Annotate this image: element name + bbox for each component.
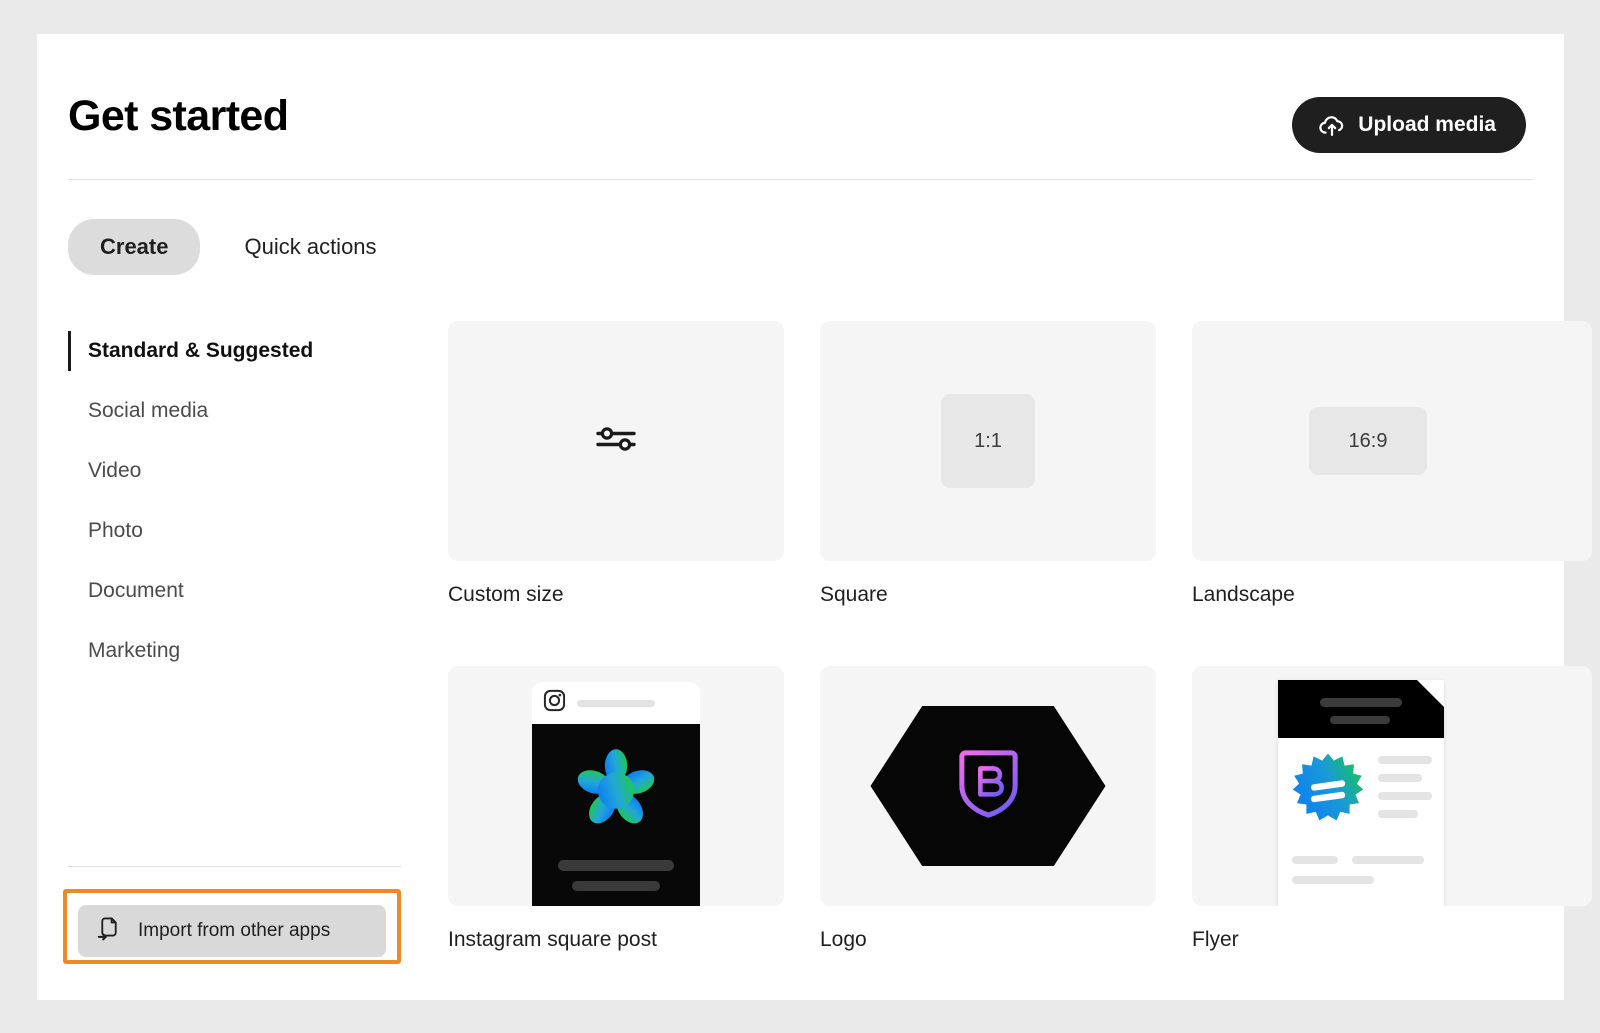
page-title: Get started bbox=[68, 92, 289, 140]
card-logo[interactable]: Logo bbox=[820, 666, 1156, 952]
card-square[interactable]: 1:1 Square bbox=[820, 321, 1156, 607]
flyer-header-bar-2 bbox=[1330, 716, 1390, 724]
card-label: Instagram square post bbox=[448, 928, 657, 951]
instagram-mock-text-bar-1 bbox=[558, 860, 674, 871]
card-label: Flyer bbox=[1192, 928, 1239, 951]
flyer-thumbnail bbox=[1192, 666, 1592, 906]
flyer-line bbox=[1378, 792, 1432, 800]
flower-gradient-icon bbox=[573, 745, 659, 836]
card-custom-size[interactable]: Custom size bbox=[448, 321, 784, 607]
import-from-other-apps-button[interactable]: Import from other apps bbox=[78, 905, 386, 957]
flyer-header-band bbox=[1278, 680, 1444, 738]
card-label: Square bbox=[820, 583, 888, 606]
flyer-document-mock bbox=[1278, 680, 1444, 906]
card-label: Logo bbox=[820, 928, 867, 951]
card-label: Custom size bbox=[448, 583, 564, 606]
tab-quick-actions[interactable]: Quick actions bbox=[212, 219, 408, 275]
instagram-mock-text-bar-2 bbox=[572, 881, 660, 891]
sidebar-item-marketing[interactable]: Marketing bbox=[68, 621, 408, 681]
card-flyer[interactable]: Flyer bbox=[1192, 666, 1592, 952]
square-thumbnail: 1:1 bbox=[820, 321, 1156, 561]
logo-thumbnail bbox=[820, 666, 1156, 906]
card-label: Landscape bbox=[1192, 583, 1295, 606]
shield-b-icon bbox=[955, 747, 1021, 826]
logo-hexagon-mock bbox=[870, 706, 1106, 866]
instagram-mock-title-bar bbox=[577, 699, 655, 707]
ratio-badge: 1:1 bbox=[941, 394, 1035, 488]
flyer-body-lines bbox=[1378, 756, 1432, 828]
custom-size-thumbnail bbox=[448, 321, 784, 561]
category-sidebar: Standard & Suggested Social media Video … bbox=[63, 321, 408, 971]
header-divider bbox=[68, 179, 1533, 180]
sidebar-item-label: Document bbox=[88, 579, 184, 602]
sidebar-item-label: Marketing bbox=[88, 639, 181, 662]
ratio-badge: 16:9 bbox=[1309, 407, 1427, 475]
upload-media-button[interactable]: Upload media bbox=[1292, 97, 1526, 153]
sidebar-item-label: Standard & Suggested bbox=[88, 339, 314, 362]
upload-media-label: Upload media bbox=[1358, 113, 1496, 136]
instagram-icon bbox=[542, 688, 567, 718]
import-document-icon bbox=[96, 915, 122, 947]
sidebar-item-social-media[interactable]: Social media bbox=[68, 381, 408, 441]
flyer-header-bar-1 bbox=[1320, 698, 1402, 707]
instagram-post-thumbnail bbox=[448, 666, 784, 906]
get-started-panel: Get started Upload media Create Quick ac… bbox=[37, 34, 1592, 1000]
flyer-line bbox=[1378, 756, 1432, 764]
card-instagram-square-post[interactable]: Instagram square post bbox=[448, 666, 784, 952]
landscape-thumbnail: 16:9 bbox=[1192, 321, 1592, 561]
sidebar-item-label: Photo bbox=[88, 519, 143, 542]
starburst-badge-icon bbox=[1292, 752, 1364, 824]
sidebar-item-photo[interactable]: Photo bbox=[68, 501, 408, 561]
card-landscape[interactable]: 16:9 Landscape bbox=[1192, 321, 1592, 607]
instagram-mock-body bbox=[532, 724, 700, 906]
template-grid: Custom size 1:1 Square 16:9 Landscape In… bbox=[448, 321, 1592, 1000]
tab-bar: Create Quick actions bbox=[68, 219, 409, 275]
sidebar-item-document[interactable]: Document bbox=[68, 561, 408, 621]
flyer-line bbox=[1352, 856, 1424, 864]
instagram-mock bbox=[532, 682, 700, 906]
flyer-line bbox=[1292, 856, 1338, 864]
sidebar-item-standard-suggested[interactable]: Standard & Suggested bbox=[68, 321, 408, 381]
flyer-line bbox=[1378, 774, 1422, 782]
import-button-label: Import from other apps bbox=[138, 920, 331, 941]
tab-create[interactable]: Create bbox=[68, 219, 201, 275]
sidebar-item-video[interactable]: Video bbox=[68, 441, 408, 501]
sidebar-item-label: Video bbox=[88, 459, 142, 482]
sliders-icon bbox=[594, 423, 638, 460]
sidebar-item-label: Social media bbox=[88, 399, 209, 422]
flyer-line bbox=[1378, 810, 1418, 818]
instagram-mock-header bbox=[532, 682, 700, 724]
sidebar-divider bbox=[68, 866, 401, 867]
panel-header: Get started Upload media bbox=[37, 34, 1564, 180]
flyer-footer-lines bbox=[1292, 856, 1424, 884]
cloud-upload-icon bbox=[1318, 111, 1346, 139]
flyer-line bbox=[1292, 876, 1374, 884]
